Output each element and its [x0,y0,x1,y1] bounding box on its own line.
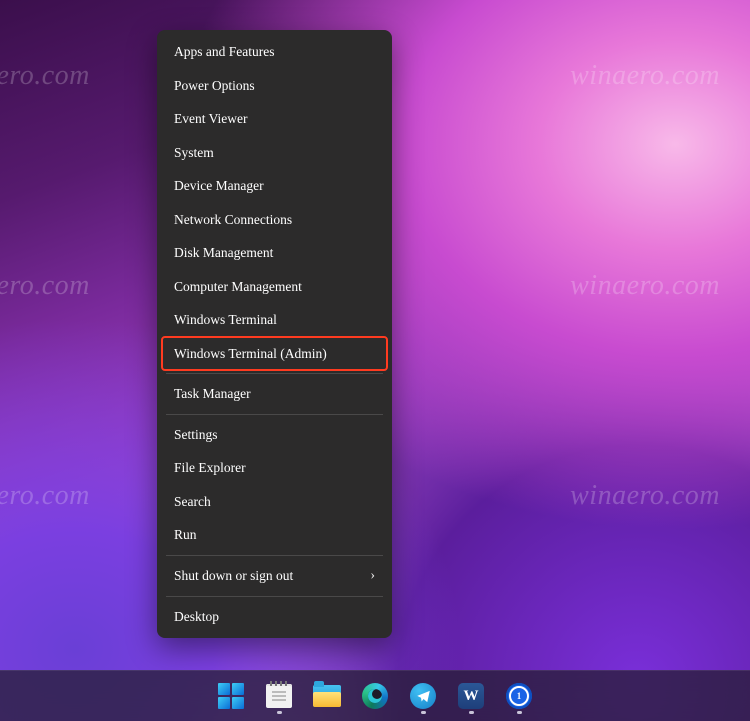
menu-item-label: System [174,146,214,160]
menu-item-label: Shut down or sign out [174,569,293,583]
taskbar-file-explorer-button[interactable] [307,676,347,716]
winx-context-menu: Apps and Features Power Options Event View… [157,30,392,638]
menu-item-label: Windows Terminal (Admin) [174,347,327,361]
edge-icon [362,683,388,709]
menu-item-label: Search [174,495,211,509]
menu-item-label: Power Options [174,79,255,93]
menu-item-file-explorer[interactable]: File Explorer [162,451,387,485]
menu-item-label: Windows Terminal [174,313,277,327]
menu-item-label: Desktop [174,610,219,624]
menu-item-apps-and-features[interactable]: Apps and Features [162,35,387,69]
menu-separator [166,373,383,374]
menu-item-computer-management[interactable]: Computer Management [162,270,387,304]
notes-icon [266,684,292,708]
taskbar-telegram-button[interactable] [403,676,443,716]
menu-item-desktop[interactable]: Desktop [162,600,387,634]
menu-separator [166,596,383,597]
onepassword-icon: 1 [506,683,532,709]
menu-item-device-manager[interactable]: Device Manager [162,169,387,203]
menu-item-label: Apps and Features [174,45,274,59]
chevron-right-icon: › [370,569,375,583]
desktop[interactable]: winaero.com winaero.com winaero.com wina… [0,0,750,721]
file-explorer-icon [313,685,341,707]
running-indicator [469,711,474,714]
watermark: winaero.com [0,60,90,92]
menu-item-task-manager[interactable]: Task Manager [162,377,387,411]
menu-item-disk-management[interactable]: Disk Management [162,236,387,270]
watermark: winaero.com [570,480,720,512]
menu-item-label: Run [174,528,197,542]
menu-item-label: Event Viewer [174,112,248,126]
menu-item-label: Task Manager [174,387,251,401]
watermark: winaero.com [0,270,90,302]
taskbar-onepassword-button[interactable]: 1 [499,676,539,716]
telegram-icon [410,683,436,709]
menu-item-settings[interactable]: Settings [162,418,387,452]
menu-separator [166,555,383,556]
menu-item-windows-terminal[interactable]: Windows Terminal [162,303,387,337]
menu-item-label: File Explorer [174,461,246,475]
menu-item-label: Settings [174,428,218,442]
word-icon: W [458,683,484,709]
menu-item-label: Network Connections [174,213,292,227]
menu-item-system[interactable]: System [162,136,387,170]
menu-separator [166,414,383,415]
menu-item-shut-down-or-sign-out[interactable]: Shut down or sign out › [162,559,387,593]
menu-item-label: Device Manager [174,179,264,193]
taskbar: W1 [0,670,750,721]
menu-item-label: Computer Management [174,280,302,294]
taskbar-word-button[interactable]: W [451,676,491,716]
running-indicator [517,711,522,714]
taskbar-edge-button[interactable] [355,676,395,716]
menu-item-network-connections[interactable]: Network Connections [162,203,387,237]
taskbar-notes-button[interactable] [259,676,299,716]
menu-item-power-options[interactable]: Power Options [162,69,387,103]
menu-item-event-viewer[interactable]: Event Viewer [162,102,387,136]
running-indicator [421,711,426,714]
menu-item-windows-terminal-admin[interactable]: Windows Terminal (Admin) [162,337,387,371]
menu-item-run[interactable]: Run [162,518,387,552]
running-indicator [277,711,282,714]
watermark: winaero.com [570,60,720,92]
menu-item-label: Disk Management [174,246,273,260]
watermark: winaero.com [0,480,90,512]
menu-item-search[interactable]: Search [162,485,387,519]
watermark: winaero.com [570,270,720,302]
start-icon [218,683,244,709]
taskbar-start-button[interactable] [211,676,251,716]
